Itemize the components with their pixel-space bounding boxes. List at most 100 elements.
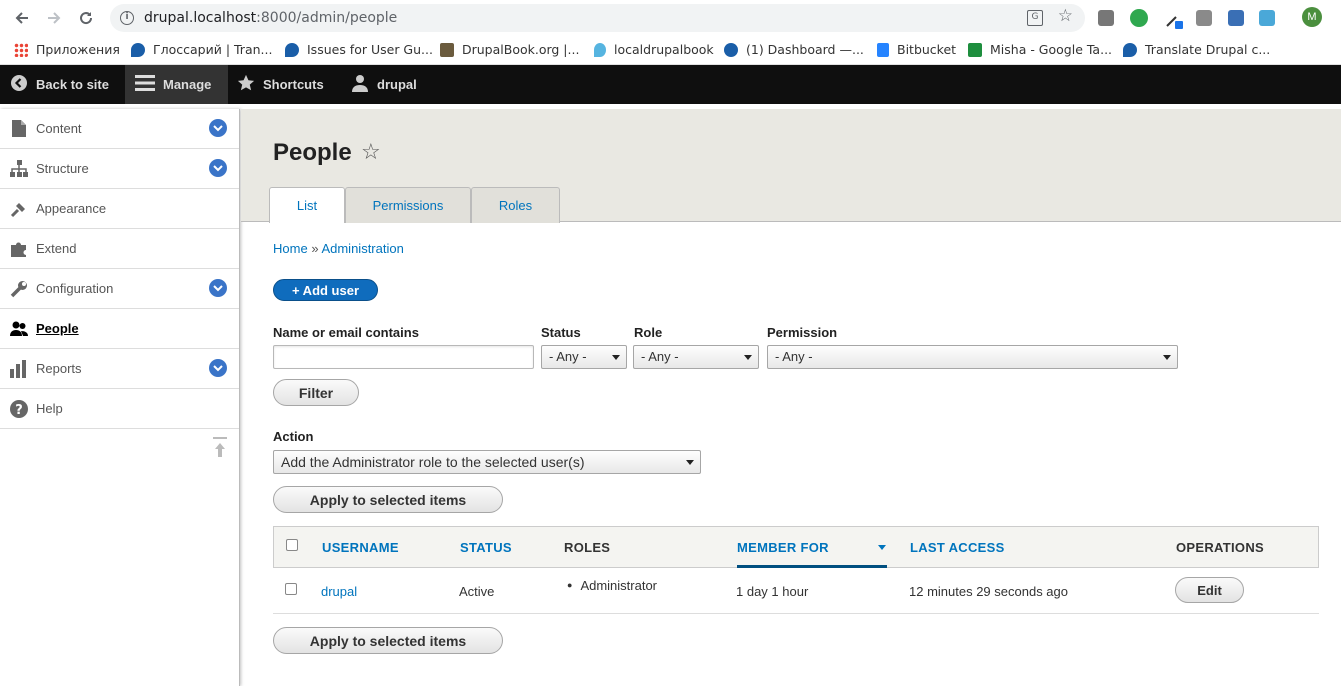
evernote-icon[interactable] (1130, 9, 1148, 27)
window-resizer-icon[interactable] (1196, 10, 1212, 26)
row-checkbox[interactable] (285, 583, 297, 595)
add-user-button[interactable]: + Add user (273, 279, 378, 301)
th-member-for[interactable]: MEMBER FOR (737, 540, 829, 555)
user-icon (351, 74, 369, 95)
username-link[interactable]: drupal (321, 584, 357, 599)
th-last-access[interactable]: LAST ACCESS (910, 540, 1005, 555)
color-picker-icon[interactable] (1164, 9, 1184, 29)
help-icon: ? (10, 399, 28, 418)
sidebar-item-label: Configuration (36, 281, 114, 296)
bookmark-issues[interactable]: Issues for User Gu... (285, 42, 433, 57)
svg-text:?: ? (15, 403, 23, 418)
bookmark-label: localdrupalbook (614, 42, 714, 57)
dashboard-icon (724, 42, 738, 57)
name-email-input[interactable] (273, 345, 534, 369)
extension-icon[interactable] (1259, 10, 1275, 26)
sidebar-item-content[interactable]: Content (0, 109, 239, 149)
sidebar-item-people[interactable]: People (0, 309, 239, 349)
chevron-down-icon[interactable] (209, 359, 227, 377)
breadcrumb: Home » Administration (273, 241, 404, 256)
action-label: Action (273, 429, 314, 444)
translate-icon[interactable]: G (1027, 10, 1043, 26)
breadcrumb-separator: » (311, 241, 319, 256)
user-label: drupal (377, 77, 417, 92)
status-select-value: - Any - (549, 349, 587, 364)
bookmark-dashboard[interactable]: (1) Dashboard —... (724, 42, 864, 57)
back-to-site-link[interactable]: Back to site (0, 65, 120, 104)
user-tab[interactable]: drupal (341, 65, 427, 104)
bitwarden-shield-icon[interactable] (1098, 10, 1114, 26)
bookmark-bitbucket[interactable]: Bitbucket (877, 42, 956, 57)
brush-icon (10, 200, 28, 218)
back-arrow-icon[interactable] (12, 8, 32, 28)
action-select-value: Add the Administrator role to the select… (281, 454, 585, 470)
th-username[interactable]: USERNAME (322, 540, 399, 555)
apply-selected-top-button[interactable]: Apply to selected items (273, 486, 503, 513)
shortcuts-tab[interactable]: Shortcuts (227, 65, 334, 104)
status-cell: Active (459, 584, 495, 599)
admin-sidebar: Content Structure Appearance Extend Conf… (0, 109, 240, 686)
bitbucket-icon (877, 42, 889, 57)
bookmark-label: Приложения (36, 42, 120, 57)
sidebar-item-label: Structure (36, 161, 89, 176)
apply-selected-bottom-button[interactable]: Apply to selected items (273, 627, 503, 654)
back-circle-icon (10, 74, 28, 95)
sort-desc-icon[interactable] (878, 545, 886, 550)
chevron-down-icon[interactable] (209, 159, 227, 177)
profile-avatar[interactable]: M (1302, 7, 1322, 27)
edit-button[interactable]: Edit (1175, 577, 1244, 603)
reload-icon[interactable] (76, 8, 96, 28)
info-icon[interactable]: i (120, 11, 134, 25)
sidebar-item-help[interactable]: ? Help (0, 389, 239, 429)
tab-permissions[interactable]: Permissions (345, 187, 471, 223)
sheets-icon (968, 42, 982, 57)
bookmark-glossary[interactable]: Глоссарий | Tran... (131, 42, 272, 57)
th-status[interactable]: STATUS (460, 540, 512, 555)
star-icon (237, 74, 255, 95)
bookmark-label: Misha - Google Ta... (990, 42, 1113, 57)
tab-roles[interactable]: Roles (471, 187, 560, 223)
th-roles: ROLES (564, 540, 611, 555)
status-filter-label: Status (541, 325, 581, 340)
sidebar-item-label: People (36, 321, 79, 336)
permission-select[interactable]: - Any - (767, 345, 1178, 369)
action-select[interactable]: Add the Administrator role to the select… (273, 450, 701, 474)
drupal-drop-icon (1123, 42, 1137, 57)
sidebar-item-structure[interactable]: Structure (0, 149, 239, 189)
bullet-icon: ● (567, 580, 573, 590)
breadcrumb-home[interactable]: Home (273, 241, 308, 256)
shortcut-star-icon[interactable]: ☆ (361, 139, 381, 165)
dropdown-arrow-icon (1163, 355, 1171, 360)
chevron-down-icon[interactable] (209, 279, 227, 297)
forward-arrow-icon[interactable] (44, 8, 64, 28)
select-all-checkbox[interactable] (286, 539, 298, 551)
sidebar-item-reports[interactable]: Reports (0, 349, 239, 389)
sidebar-item-appearance[interactable]: Appearance (0, 189, 239, 229)
bookmark-apps[interactable]: Приложения (14, 42, 120, 57)
bookmark-localdrupalbook[interactable]: localdrupalbook (594, 42, 714, 57)
filter-button[interactable]: Filter (273, 379, 359, 406)
sidebar-item-label: Content (36, 121, 82, 136)
manage-label: Manage (163, 77, 212, 92)
bookmark-label: DrupalBook.org |... (462, 42, 580, 57)
status-select[interactable]: - Any - (541, 345, 627, 369)
apps-grid-icon (14, 42, 28, 57)
orientation-toggle-icon[interactable] (212, 437, 228, 462)
bookmark-translate-drupal[interactable]: Translate Drupal c... (1123, 42, 1270, 57)
css-viewer-icon[interactable] (1228, 10, 1244, 26)
water-drop-icon (594, 42, 606, 57)
manage-tab[interactable]: Manage (125, 65, 228, 104)
hamburger-icon (135, 74, 155, 95)
chevron-down-icon[interactable] (209, 119, 227, 137)
tab-list[interactable]: List (269, 187, 345, 223)
sidebar-item-extend[interactable]: Extend (0, 229, 239, 269)
bookmark-drupalbook[interactable]: DrupalBook.org |... (440, 42, 579, 57)
address-bar[interactable]: i drupal.localhost:8000/admin/people G ☆ (110, 4, 1085, 32)
breadcrumb-administration[interactable]: Administration (321, 241, 403, 256)
bookmark-google-sheets[interactable]: Misha - Google Ta... (968, 42, 1112, 57)
role-select[interactable]: - Any - (633, 345, 759, 369)
sidebar-item-configuration[interactable]: Configuration (0, 269, 239, 309)
bar-chart-icon (10, 359, 28, 378)
member-for-cell: 1 day 1 hour (736, 584, 809, 599)
bookmark-star-icon[interactable]: ☆ (1058, 6, 1073, 26)
